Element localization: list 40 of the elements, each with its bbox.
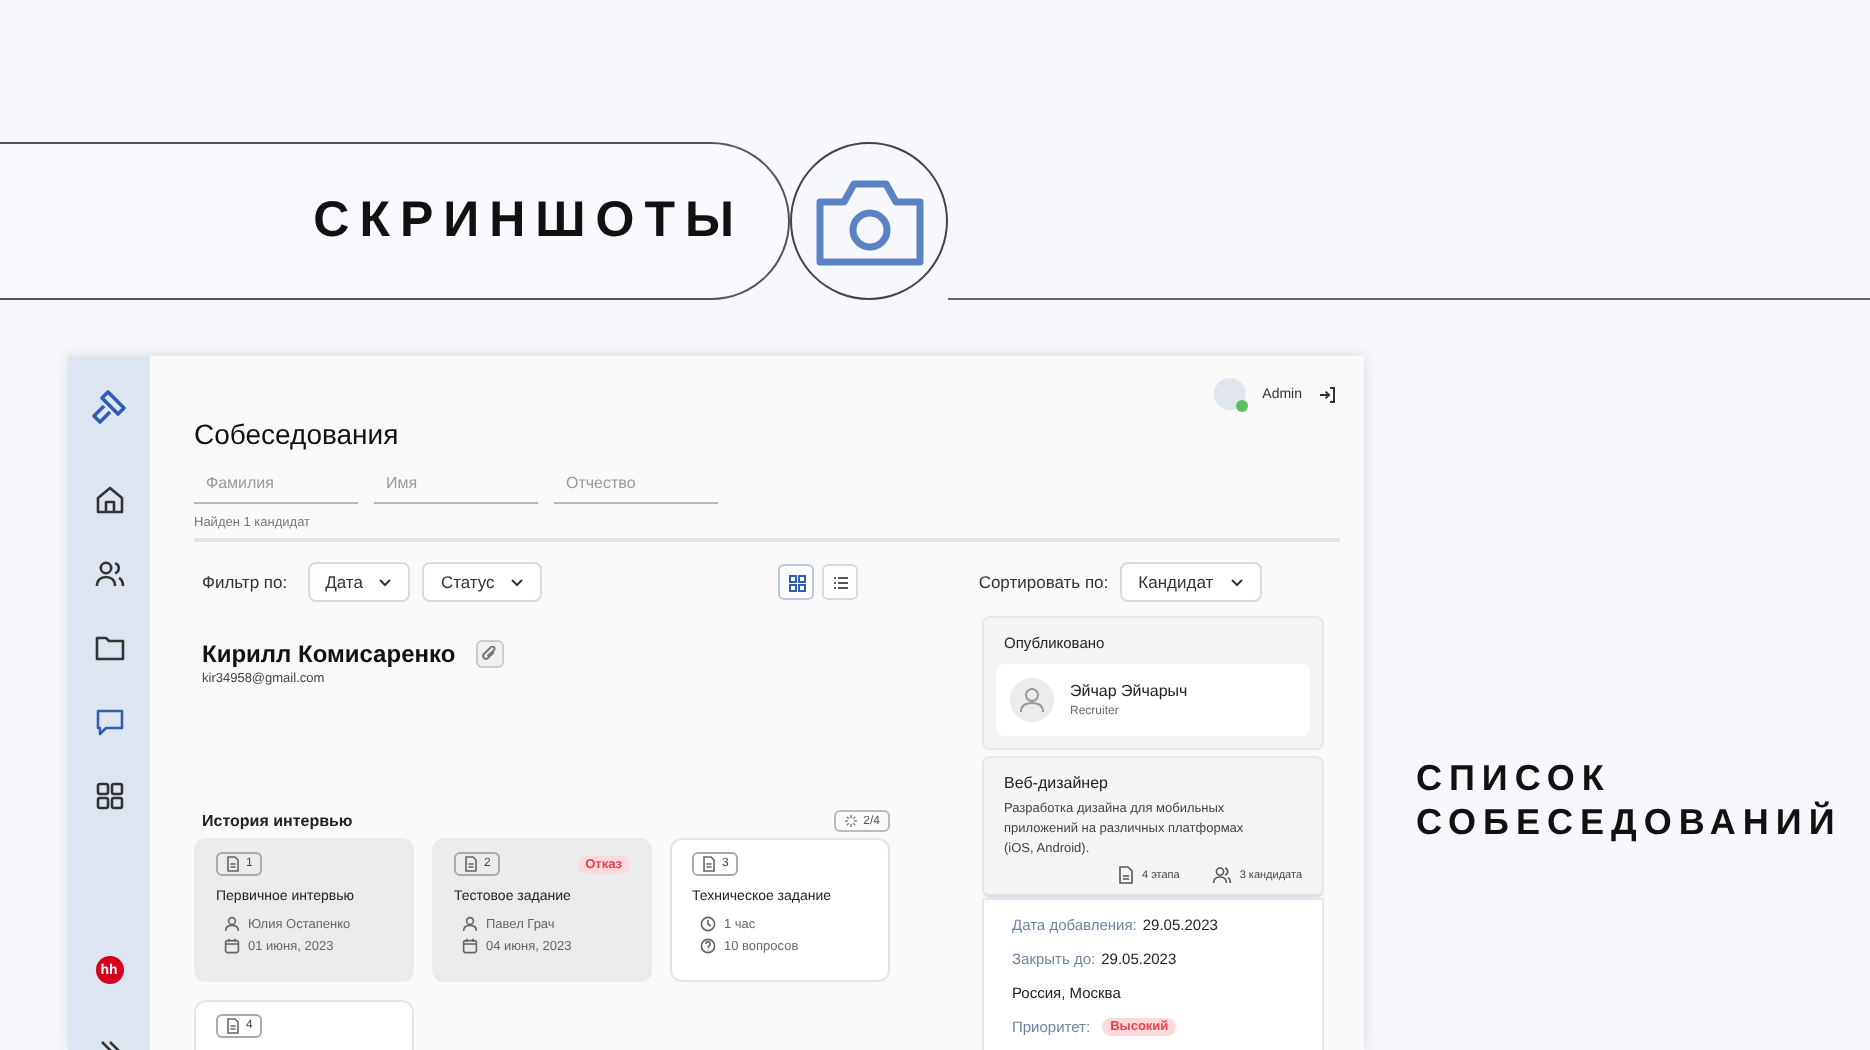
name-field[interactable]: Фамилия xyxy=(194,468,358,504)
name-field[interactable]: Отчество xyxy=(554,468,718,504)
document-icon xyxy=(464,856,478,872)
slide-caption: СПИСОК СОБЕСЕДОВАНИЙ xyxy=(1416,756,1844,846)
sun-icon xyxy=(843,814,858,828)
filter-dropdown[interactable]: Статус xyxy=(422,562,543,602)
grid-view-button[interactable] xyxy=(778,564,815,600)
document-icon xyxy=(226,1018,240,1034)
recruiter-name: Эйчар Эйчарыч xyxy=(1070,682,1188,700)
grid-icon xyxy=(787,573,806,591)
filter-dropdown[interactable]: Дата xyxy=(307,562,411,602)
logout-icon[interactable] xyxy=(1318,385,1336,403)
document-icon xyxy=(1118,866,1135,885)
candidate-name: Кирилл Комисаренко xyxy=(202,640,456,668)
avatar-icon xyxy=(1010,678,1054,722)
list-view-button[interactable] xyxy=(822,564,859,600)
paperclip-icon xyxy=(481,646,498,662)
sort-label: Сортировать по: xyxy=(978,572,1109,592)
sort-dropdown[interactable]: Кандидат xyxy=(1120,562,1262,602)
document-icon xyxy=(702,856,716,872)
paint-roller-icon xyxy=(89,388,129,428)
name-field[interactable]: Имя xyxy=(374,468,538,504)
time-icon xyxy=(700,916,716,932)
history-title: История интервью xyxy=(202,812,353,830)
chevron-down-icon xyxy=(378,577,393,587)
attachment-button[interactable] xyxy=(475,640,504,668)
users-icon xyxy=(1211,866,1232,885)
chevron-down-icon xyxy=(1229,577,1244,587)
document-icon xyxy=(226,856,240,872)
list-icon xyxy=(831,573,850,591)
date-icon xyxy=(224,938,240,954)
filter-label: Фильтр по: xyxy=(202,572,288,592)
person-icon xyxy=(462,916,478,932)
person-icon xyxy=(224,916,240,932)
date-icon xyxy=(462,938,478,954)
slide-heading: СКРИНШОТЫ xyxy=(313,192,744,250)
questions-icon xyxy=(700,938,716,954)
chevron-down-icon xyxy=(510,577,525,587)
vacancy-title: Веб-дизайнер xyxy=(1004,774,1110,792)
page-title: Собеседования xyxy=(194,418,401,450)
